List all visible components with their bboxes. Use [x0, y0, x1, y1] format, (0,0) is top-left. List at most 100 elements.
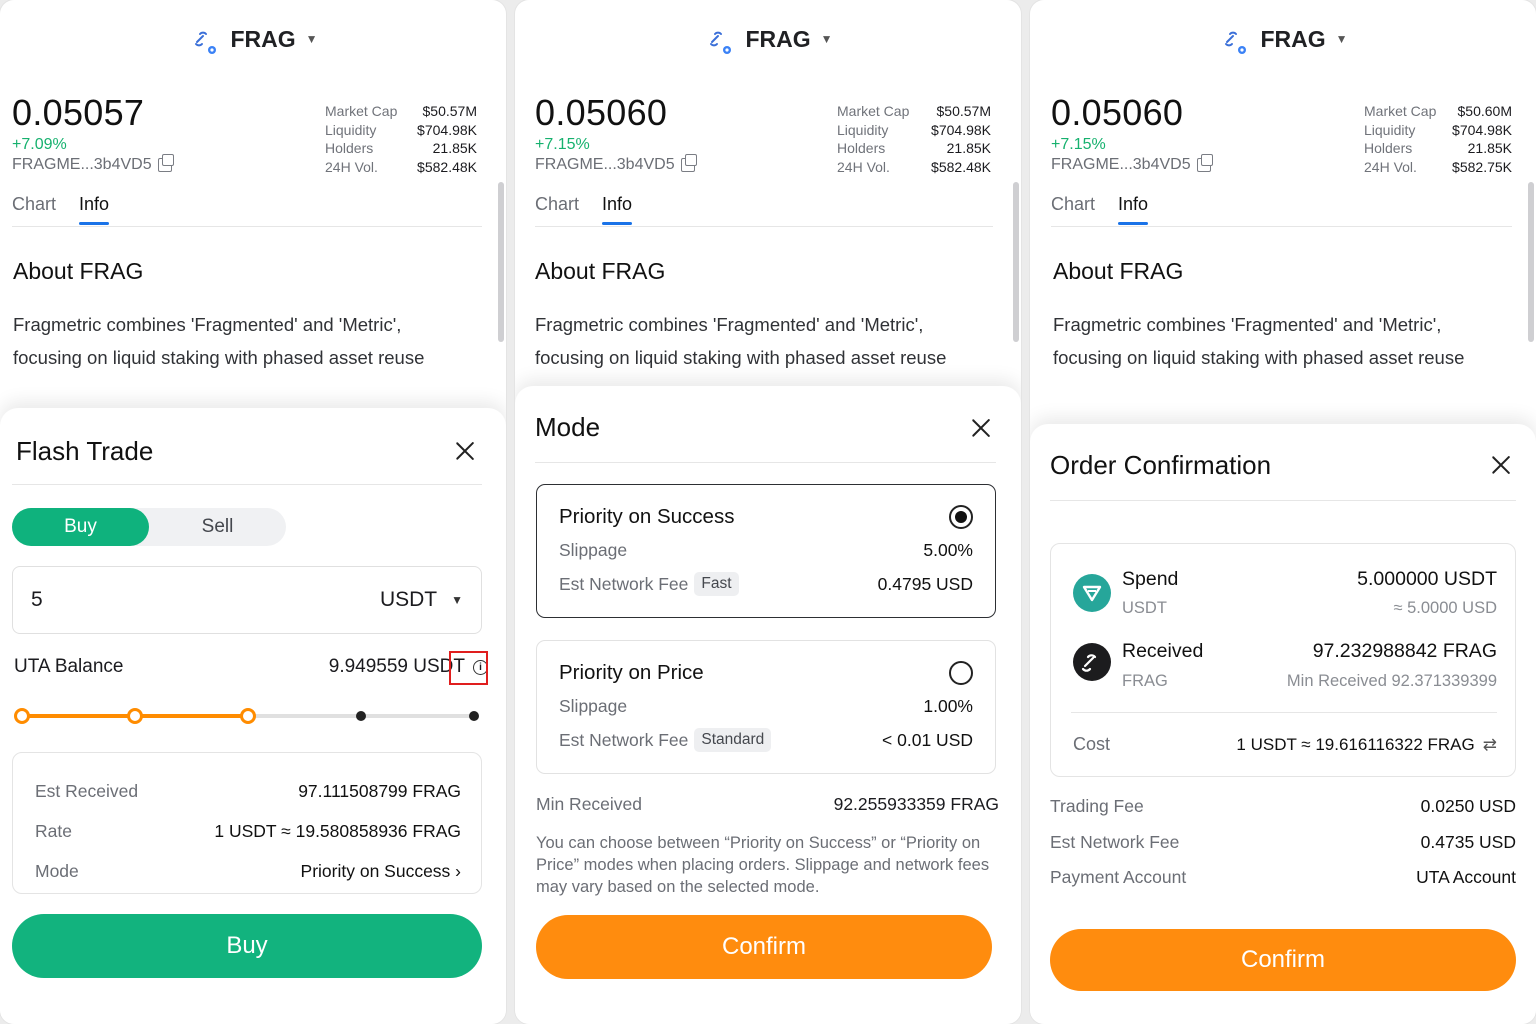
contract-address[interactable]: FRAGME...3b4VD5	[12, 154, 174, 174]
sheet-divider	[1050, 500, 1516, 501]
stat-value: 21.85K	[432, 140, 477, 156]
token-symbol: FRAG	[230, 25, 296, 52]
detail-value: Priority on Success ›	[300, 860, 461, 881]
tab-chart[interactable]: Chart	[535, 194, 579, 225]
fee-row: Payment Account UTA Account	[1050, 867, 1516, 888]
caret-down-icon: ▼	[305, 32, 318, 46]
sheet-divider	[535, 462, 996, 463]
scrollbar[interactable]	[1528, 182, 1534, 342]
fee-tag: Standard	[694, 728, 772, 752]
slippage-label: Slippage	[559, 696, 628, 716]
received-amount: 97.232988842 FRAG	[1312, 640, 1497, 662]
spend-amount: 5.000000 USDT	[1357, 568, 1497, 590]
mode-option-priority-price[interactable]: Priority on Price Slippage 1.00% Est Netw…	[536, 640, 996, 774]
buy-button[interactable]: Buy	[12, 914, 482, 978]
token-selector[interactable]: FRAG ▼	[0, 22, 506, 56]
confirm-button[interactable]: Confirm	[1050, 929, 1516, 991]
close-icon[interactable]	[968, 415, 994, 441]
min-received-label: Min Received	[536, 794, 643, 814]
confirm-button[interactable]: Confirm	[536, 915, 992, 979]
sell-tab[interactable]: Sell	[149, 508, 286, 546]
radio-unselected[interactable]	[949, 661, 973, 685]
stat-value: $50.60M	[1457, 103, 1512, 119]
stat-label: Liquidity	[837, 121, 889, 138]
flash-trade-screen: FRAG ▼ 0.05057 +7.09% FRAGME...3b4VD5 Ma…	[0, 0, 506, 1024]
about-line: focusing on liquid staking with phased a…	[1053, 347, 1465, 368]
radio-selected[interactable]	[949, 505, 973, 529]
stat-value: $704.98K	[931, 121, 991, 138]
tab-divider	[535, 226, 993, 227]
mode-option-priority-success[interactable]: Priority on Success Slippage 5.00% Est Ne…	[536, 484, 996, 618]
amount-slider[interactable]	[14, 704, 479, 728]
slider-stop[interactable]	[356, 711, 366, 721]
stat-value: 21.85K	[1467, 140, 1512, 156]
slider-stop[interactable]	[127, 708, 143, 724]
about-text: Fragmetric combines 'Fragmented' and 'Me…	[13, 308, 424, 374]
detail-tabs: Chart Info	[535, 194, 633, 225]
tab-chart[interactable]: Chart	[12, 194, 56, 225]
fee-label: Est Network Fee	[559, 729, 689, 750]
about-title: About FRAG	[535, 258, 666, 284]
close-icon[interactable]	[452, 438, 478, 464]
mode-name: Priority on Price	[559, 661, 704, 684]
slider-stop[interactable]	[240, 708, 256, 724]
fee-label: Est Network Fee	[1050, 832, 1180, 852]
currency-select[interactable]: USDT ▼	[380, 588, 463, 612]
stat-label: Market Cap	[837, 103, 910, 119]
swap-icon[interactable]: ⇄	[1483, 735, 1497, 755]
tab-chart[interactable]: Chart	[1051, 194, 1095, 225]
about-text: Fragmetric combines 'Fragmented' and 'Me…	[535, 308, 946, 374]
detail-value: 97.111508799 FRAG	[298, 780, 461, 801]
stat-label: Market Cap	[1364, 103, 1437, 119]
tab-info[interactable]: Info	[1118, 194, 1149, 225]
card-divider	[1071, 712, 1497, 713]
about-title: About FRAG	[1053, 258, 1184, 284]
slider-stop[interactable]	[469, 711, 479, 721]
slider-stop[interactable]	[14, 708, 30, 724]
stat-value: $582.75K	[1452, 158, 1512, 175]
fee-row: Est Network Fee 0.4735 USD	[1050, 832, 1516, 853]
buy-tab[interactable]: Buy	[12, 508, 149, 546]
token-selector[interactable]: FRAG ▼	[1030, 22, 1536, 56]
spend-approx: ≈ 5.0000 USD	[1393, 599, 1497, 617]
scrollbar[interactable]	[1013, 182, 1019, 342]
spend-currency: USDT	[1122, 599, 1167, 617]
order-confirmation-screen: FRAG ▼ 0.05060 +7.15% FRAGME...3b4VD5 Ma…	[1030, 0, 1536, 1024]
scrollbar[interactable]	[498, 182, 504, 342]
contract-address[interactable]: FRAGME...3b4VD5	[1051, 154, 1213, 174]
token-stats: Market Cap $50.60M Liquidity $704.98K Hold…	[1364, 102, 1512, 176]
about-line: focusing on liquid staking with phased a…	[13, 347, 425, 368]
token-stats: Market Cap $50.57M Liquidity $704.98K Hold…	[325, 102, 477, 176]
amount-input[interactable]: 5 USDT ▼	[12, 566, 482, 634]
balance-value: 9.949559 USDT	[328, 656, 465, 677]
fee-value: 0.0250 USD	[1420, 796, 1516, 816]
tab-info[interactable]: Info	[79, 194, 110, 225]
fee-label: Trading Fee	[1050, 796, 1144, 816]
stat-label: Holders	[1364, 140, 1413, 156]
caret-down-icon: ▼	[451, 593, 463, 607]
stat-label: Holders	[325, 140, 374, 156]
mode-row[interactable]: Mode Priority on Success ›	[35, 851, 461, 891]
token-symbol: FRAG	[745, 25, 811, 52]
token-symbol: FRAG	[1260, 25, 1326, 52]
about-line: Fragmetric combines 'Fragmented' and 'Me…	[1053, 314, 1442, 335]
about-line: Fragmetric combines 'Fragmented' and 'Me…	[13, 314, 402, 335]
address-text: FRAGME...3b4VD5	[1051, 156, 1191, 173]
address-text: FRAGME...3b4VD5	[12, 156, 152, 173]
sheet-title: Mode	[535, 412, 601, 442]
copy-icon[interactable]	[157, 154, 174, 172]
detail-value: 1 USDT ≈ 19.580858936 FRAG	[214, 820, 461, 841]
copy-icon[interactable]	[1196, 154, 1213, 172]
frag-coin-icon	[1073, 643, 1111, 681]
detail-label: Mode	[35, 860, 79, 881]
sheet-divider	[12, 484, 482, 485]
received-label: Received	[1122, 640, 1204, 662]
usdt-coin-icon	[1073, 574, 1111, 612]
fee-value: UTA Account	[1416, 867, 1516, 887]
contract-address[interactable]: FRAGME...3b4VD5	[535, 154, 697, 174]
copy-icon[interactable]	[680, 154, 697, 172]
close-icon[interactable]	[1488, 452, 1514, 478]
tab-info[interactable]: Info	[602, 194, 633, 225]
token-selector[interactable]: FRAG ▼	[515, 22, 1021, 56]
highlight-box	[449, 651, 488, 685]
